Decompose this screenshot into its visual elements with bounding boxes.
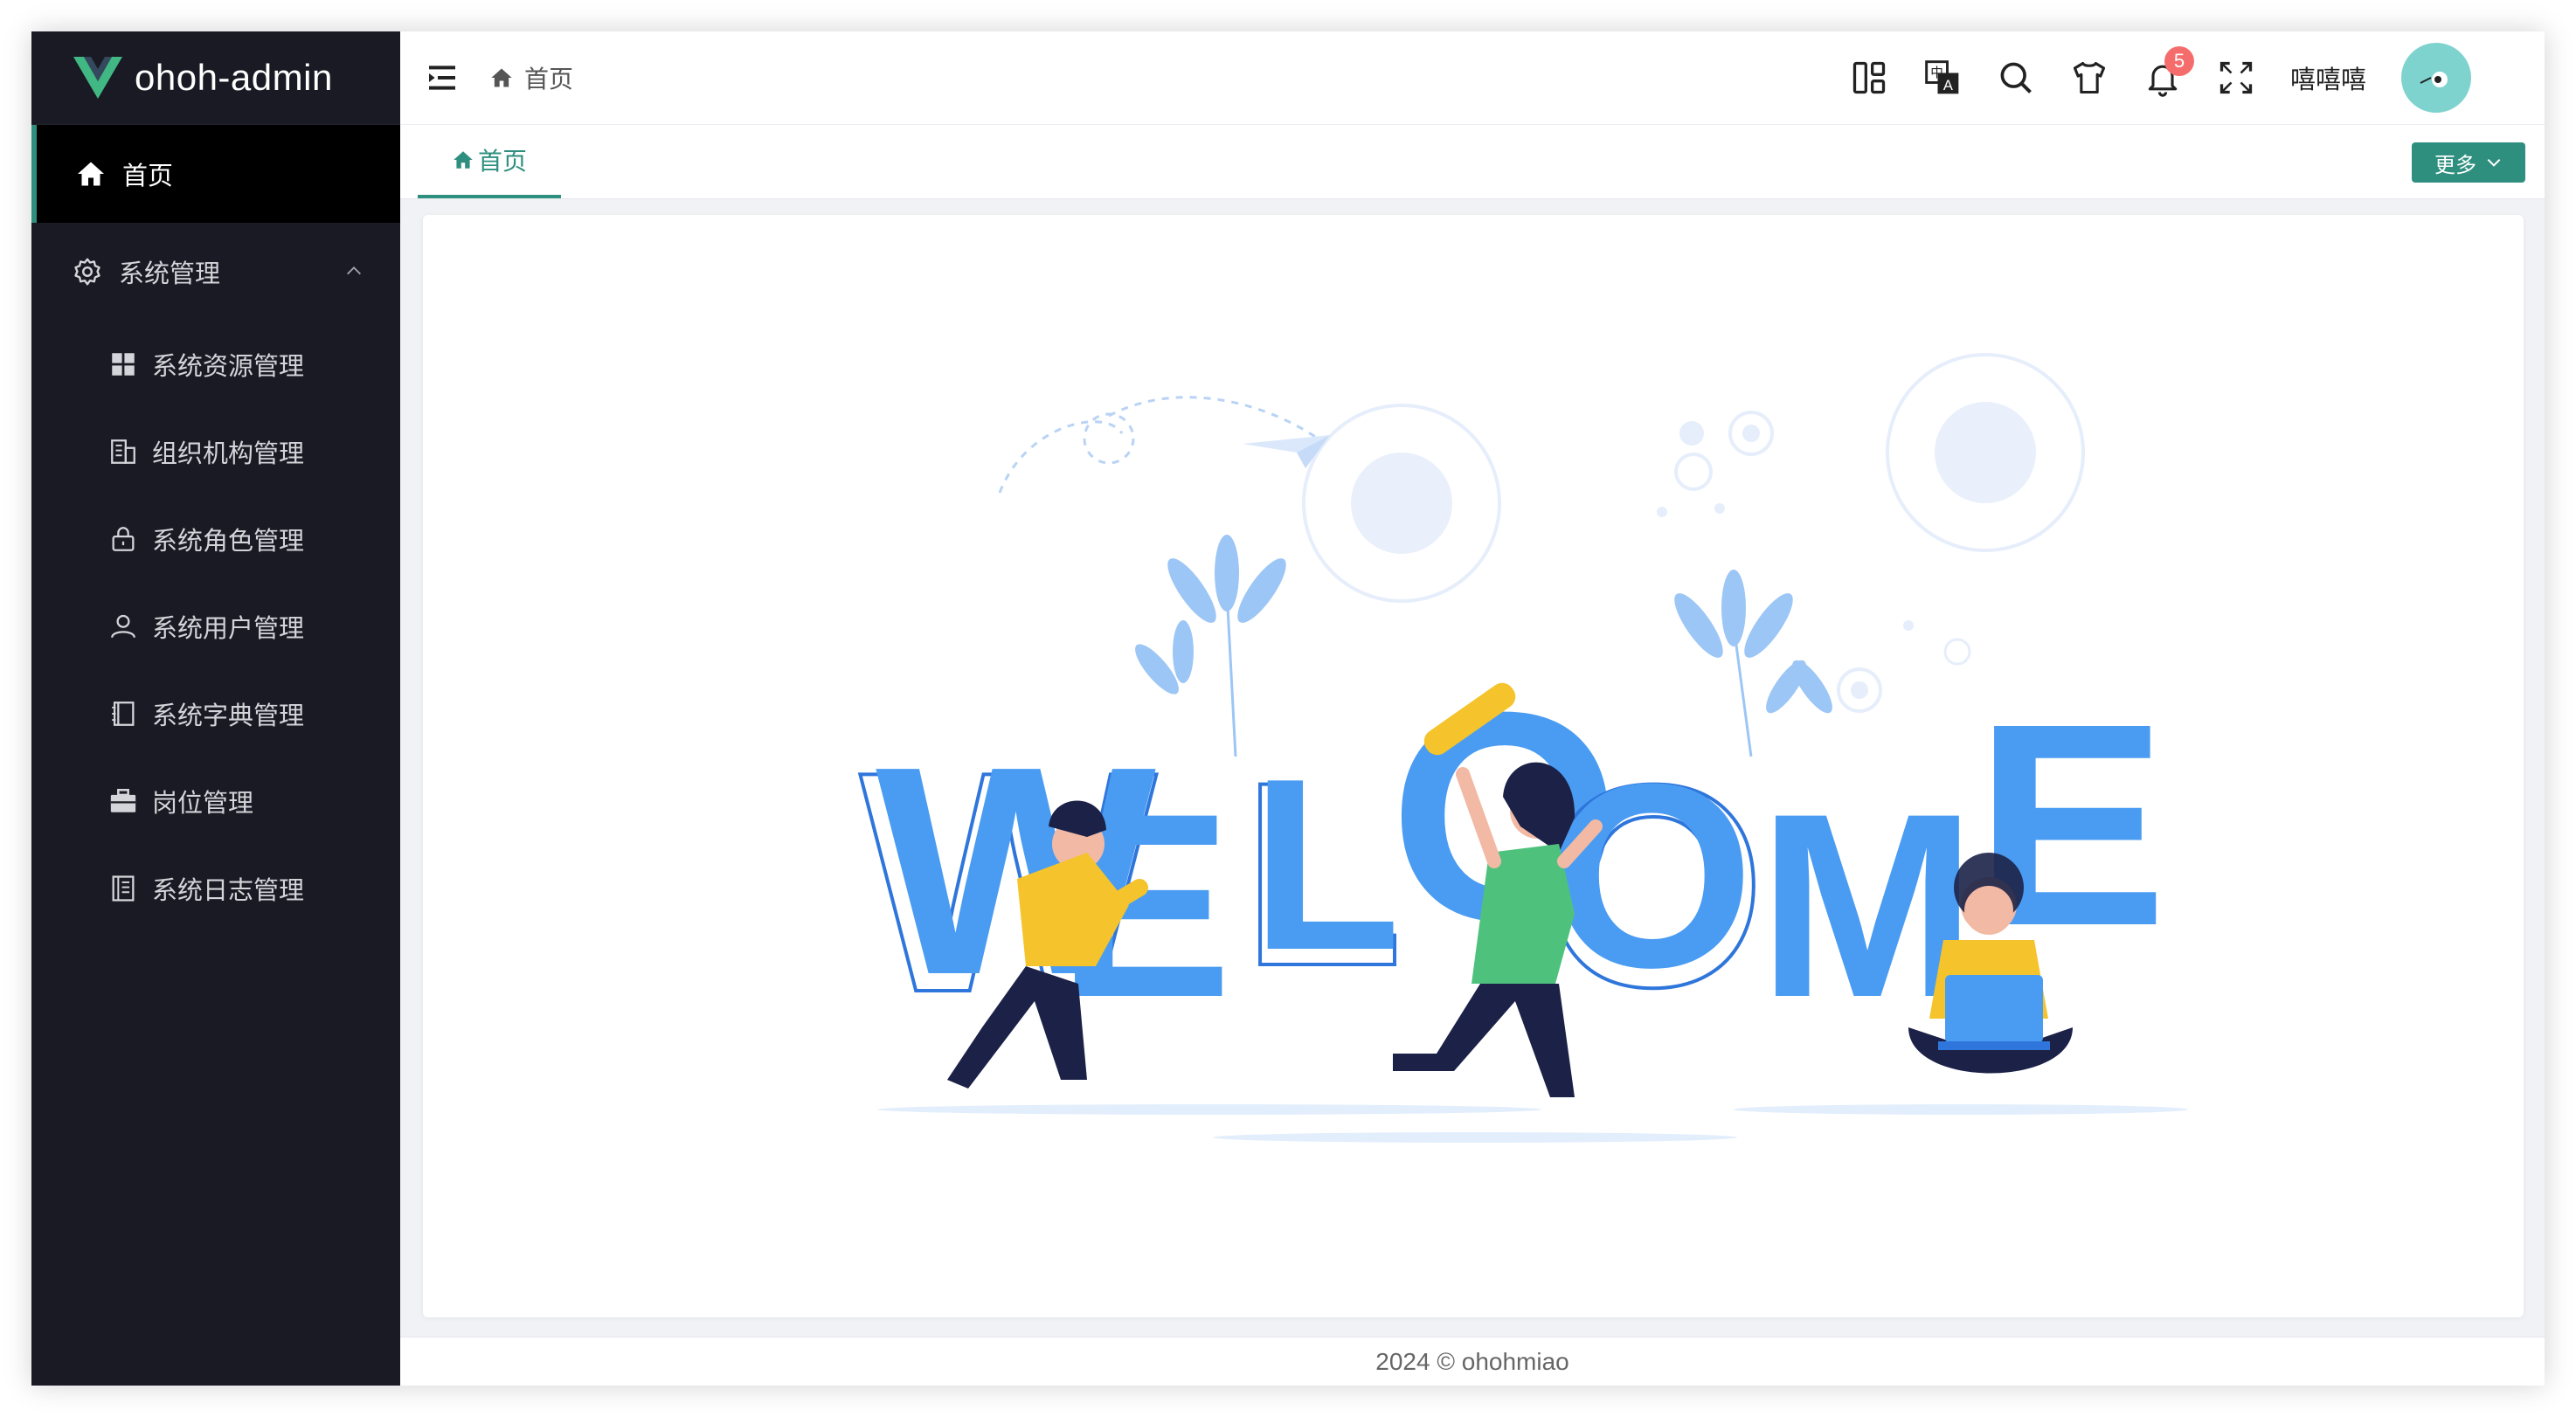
sidebar-item-label: 岗位管理 bbox=[152, 790, 254, 818]
sidebar-item-dictionary[interactable]: 系统字典管理 bbox=[31, 670, 400, 757]
building-icon bbox=[111, 439, 135, 464]
collapse-menu-icon[interactable] bbox=[425, 60, 460, 95]
app-window: ohoh-admin 首页 系统管理 系统资源管理 组织机构管理 系统角色管理 … bbox=[31, 31, 2545, 1386]
book-icon bbox=[112, 702, 135, 726]
lock-icon bbox=[112, 527, 135, 551]
svg-text:L: L bbox=[1251, 729, 1401, 1001]
chevron-down-icon bbox=[2487, 158, 2501, 167]
gear-icon bbox=[74, 258, 100, 286]
sidebar-item-label: 首页 bbox=[122, 162, 174, 190]
sidebar-item-positions[interactable]: 岗位管理 bbox=[31, 757, 400, 845]
more-button[interactable]: 更多 bbox=[2412, 142, 2525, 183]
search-icon bbox=[2000, 62, 2032, 93]
vue-logo-icon bbox=[73, 57, 122, 99]
top-header: 首页 A 中 5 嘻嘻嘻 bbox=[400, 31, 2545, 125]
fullscreen-icon bbox=[2219, 61, 2253, 94]
svg-text:E: E bbox=[1975, 663, 2167, 985]
layout-button[interactable] bbox=[1850, 59, 1888, 97]
footer: 2024 © ohohmiao bbox=[400, 1337, 2545, 1386]
logo-text: ohoh-admin bbox=[135, 57, 333, 98]
svg-text:A: A bbox=[1943, 78, 1953, 93]
log-icon bbox=[112, 875, 135, 902]
briefcase-icon bbox=[110, 788, 136, 812]
sidebar-item-roles[interactable]: 系统角色管理 bbox=[31, 495, 400, 583]
sidebar-item-home[interactable]: 首页 bbox=[31, 125, 400, 223]
avatar-image bbox=[2413, 55, 2459, 100]
svg-text:O: O bbox=[1550, 729, 1754, 1022]
avatar[interactable] bbox=[2401, 43, 2471, 113]
chevron-up-icon bbox=[347, 266, 361, 275]
breadcrumb-label: 首页 bbox=[524, 66, 574, 93]
theme-button[interactable] bbox=[2070, 59, 2109, 97]
search-button[interactable] bbox=[1997, 59, 2035, 97]
sidebar-item-label: 组织机构管理 bbox=[152, 440, 305, 468]
header-tools: A 中 5 嘻嘻嘻 bbox=[1850, 31, 2545, 124]
more-label: 更多 bbox=[2434, 153, 2476, 177]
ground-shadows bbox=[877, 1104, 2188, 1143]
sidebar-item-logs[interactable]: 系统日志管理 bbox=[31, 845, 400, 932]
home-icon bbox=[454, 151, 473, 169]
logo[interactable]: ohoh-admin bbox=[31, 31, 400, 125]
sidebar-group-system[interactable]: 系统管理 bbox=[31, 223, 400, 321]
translate-icon: A 中 bbox=[1925, 60, 1959, 94]
sidebar: ohoh-admin 首页 系统管理 系统资源管理 组织机构管理 系统角色管理 … bbox=[31, 31, 400, 1386]
home-icon bbox=[78, 162, 104, 186]
main-content: W W E L L O O O M E bbox=[423, 215, 2524, 1317]
tshirt-icon bbox=[2073, 61, 2106, 94]
footer-text: 2024 © ohohmiao bbox=[1375, 1348, 1569, 1375]
sidebar-item-organization[interactable]: 组织机构管理 bbox=[31, 408, 400, 495]
sidebar-item-label: 系统资源管理 bbox=[152, 353, 305, 381]
notification-badge: 5 bbox=[2164, 46, 2194, 76]
sidebar-item-users[interactable]: 系统用户管理 bbox=[31, 583, 400, 670]
welcome-illustration: W W E L L O O O M E bbox=[858, 353, 2188, 1143]
language-button[interactable]: A 中 bbox=[1923, 59, 1962, 97]
sidebar-item-label: 系统用户管理 bbox=[152, 615, 305, 643]
home-icon bbox=[491, 68, 512, 87]
tab-home[interactable]: 首页 bbox=[418, 125, 561, 198]
sidebar-item-resources[interactable]: 系统资源管理 bbox=[31, 321, 400, 408]
tab-label: 首页 bbox=[477, 148, 527, 175]
username[interactable]: 嘻嘻嘻 bbox=[2290, 59, 2366, 96]
breadcrumb[interactable]: 首页 bbox=[489, 60, 573, 95]
user-icon bbox=[111, 614, 135, 639]
layout-icon bbox=[1852, 61, 1886, 94]
notification-button[interactable]: 5 bbox=[2143, 46, 2194, 97]
sidebar-item-label: 系统字典管理 bbox=[152, 702, 305, 730]
sidebar-item-label: 系统日志管理 bbox=[152, 877, 305, 905]
tab-bar: 首页 更多 bbox=[400, 125, 2545, 199]
sidebar-item-label: 系统角色管理 bbox=[152, 528, 305, 556]
svg-text:中: 中 bbox=[1930, 66, 1943, 80]
sidebar-group-label: 系统管理 bbox=[119, 260, 221, 288]
fullscreen-button[interactable] bbox=[2217, 59, 2255, 97]
grid-icon bbox=[112, 353, 135, 376]
